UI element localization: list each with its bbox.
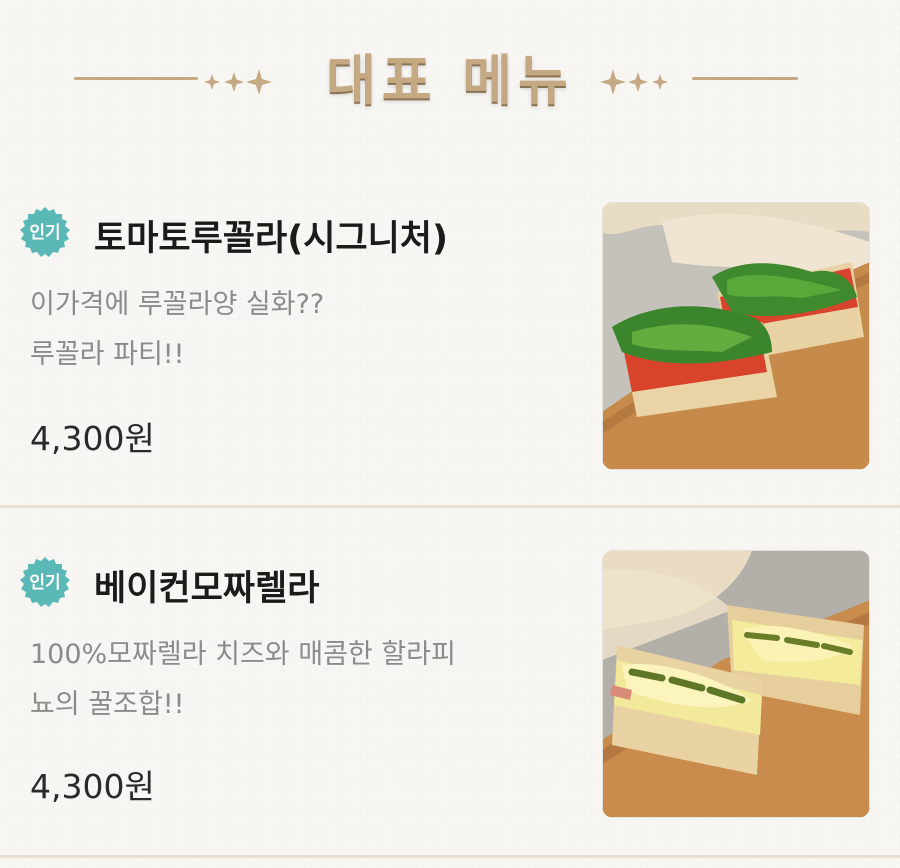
popular-badge-label: 인기 xyxy=(29,573,61,593)
popular-badge-label-wrap: 인기 xyxy=(18,206,72,260)
description-line: 루꼴라 파티!! xyxy=(30,339,185,370)
item-divider xyxy=(0,505,900,508)
popular-badge-label-wrap: 인기 xyxy=(18,556,72,610)
sparkle-icon xyxy=(600,69,668,94)
menu-item-bacon-mozzarella[interactable]: 인기 베이컨모짜렐라 100%모짜렐라 치즈와 매콤한 할라피 뇨의 꿀조합!!… xyxy=(0,540,900,858)
section-header: 대표 메뉴 xyxy=(0,0,900,160)
description-line: 뇨의 꿀조합!! xyxy=(30,689,185,720)
menu-item-description: 100%모짜렐라 치즈와 매콤한 할라피 뇨의 꿀조합!! xyxy=(30,630,590,730)
description-line: 이가격에 루꼴라양 실화?? xyxy=(30,289,325,320)
tomato-rucola-sandwich-image[interactable] xyxy=(602,202,870,470)
bacon-mozzarella-sandwich-image[interactable] xyxy=(602,550,870,818)
menu-item-tomato-rucola[interactable]: 인기 토마토루꼴라(시그니처) 이가격에 루꼴라양 실화?? 루꼴라 파티!! … xyxy=(0,186,900,504)
right-divider-line xyxy=(692,77,798,80)
menu-item-price: 4,300원 xyxy=(30,419,155,458)
menu-item-description: 이가격에 루꼴라양 실화?? 루꼴라 파티!! xyxy=(30,280,590,380)
menu-item-name: 베이컨모짜렐라 xyxy=(94,569,320,609)
description-line: 100%모짜렐라 치즈와 매콤한 할라피 xyxy=(30,639,456,670)
item-divider xyxy=(0,855,900,858)
menu-item-price: 4,300원 xyxy=(30,767,155,806)
menu-item-name: 토마토루꼴라(시그니처) xyxy=(94,219,448,259)
page-title: 대표 메뉴 xyxy=(326,49,574,112)
popular-badge-label: 인기 xyxy=(29,223,61,243)
